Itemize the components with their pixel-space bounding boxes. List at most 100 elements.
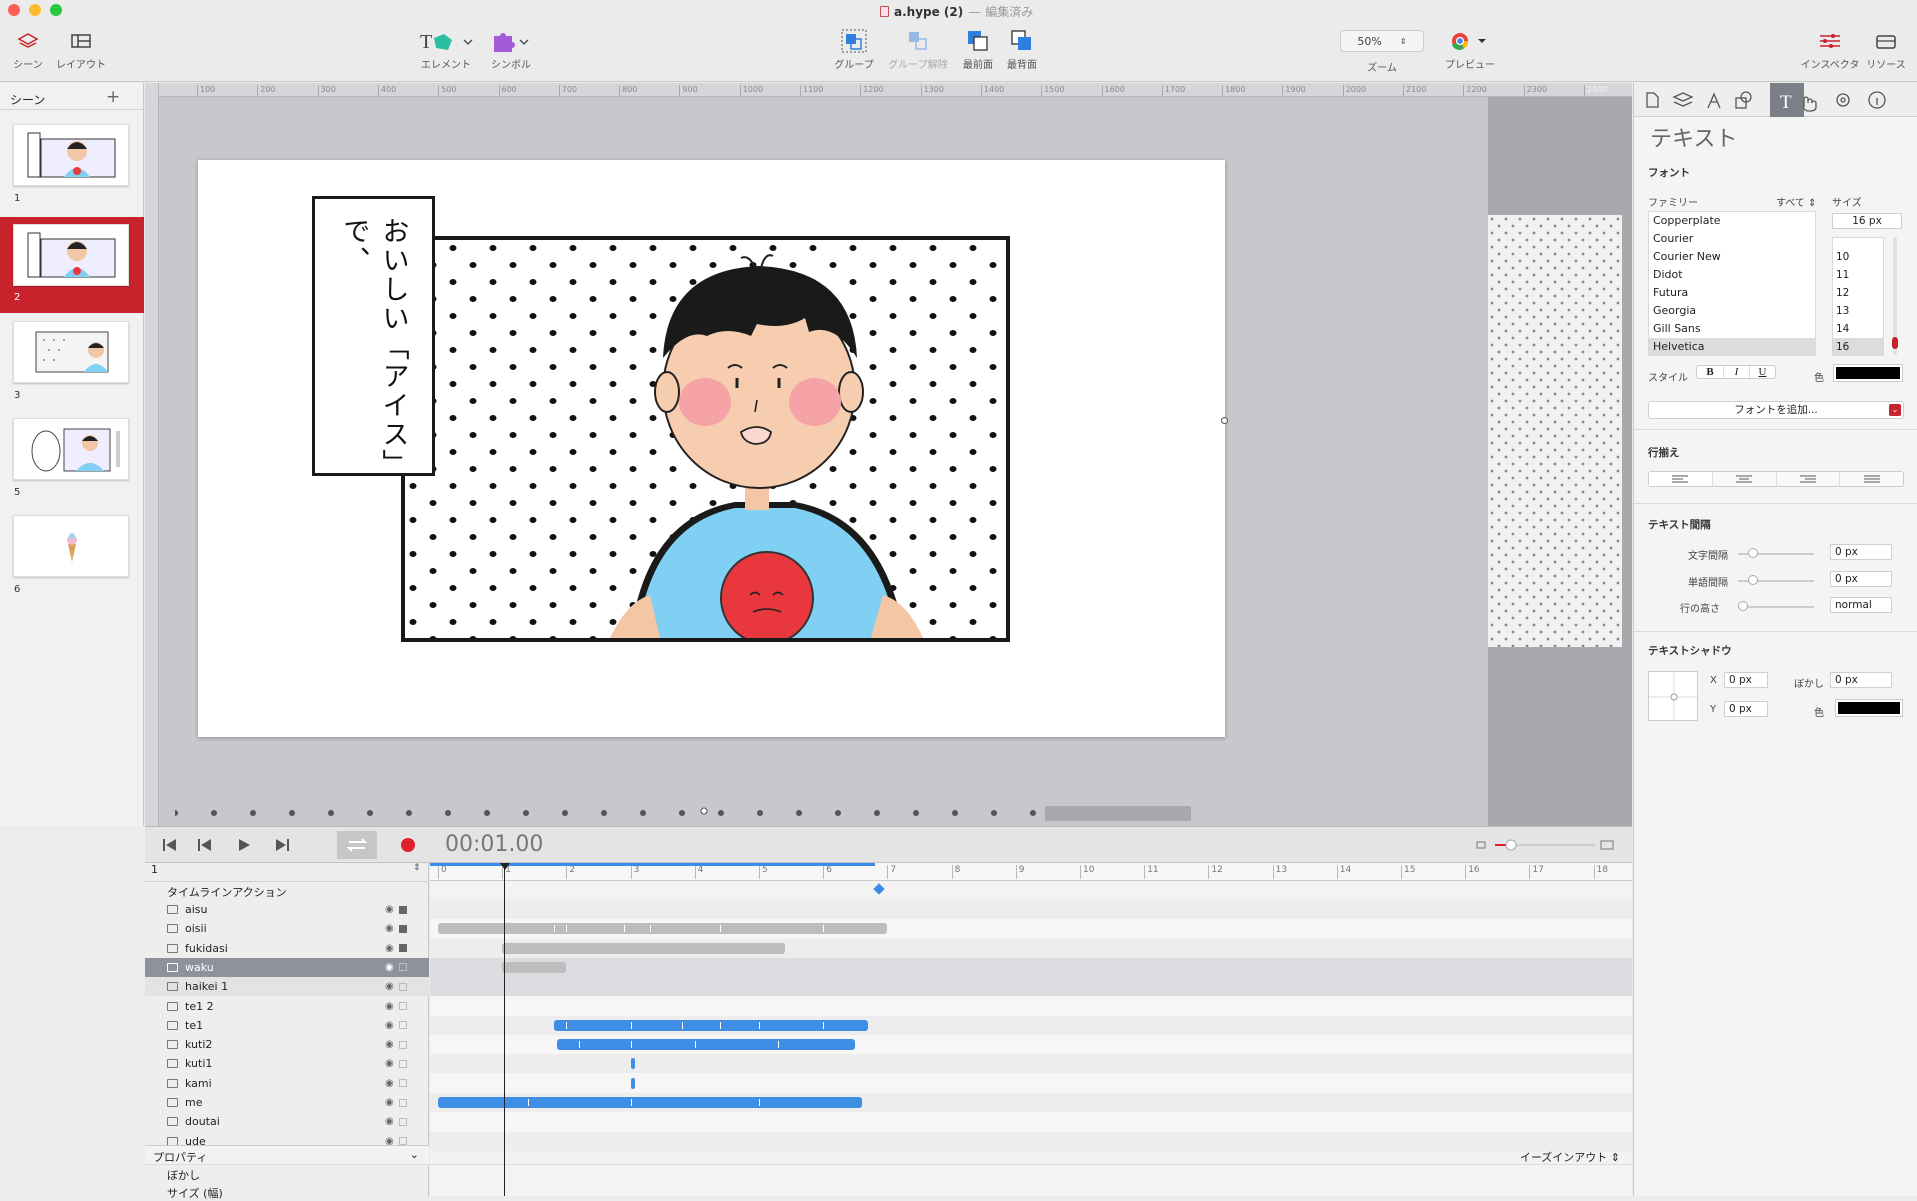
font-size-item[interactable]: 14: [1833, 320, 1883, 338]
shadow-position-pad[interactable]: [1648, 671, 1699, 722]
keyframe-marker[interactable]: [630, 1041, 632, 1049]
lock-icon[interactable]: [398, 1117, 407, 1126]
align-left-icon[interactable]: [1649, 472, 1712, 486]
add-font-button[interactable]: フォントを追加... ⌄: [1648, 401, 1904, 419]
shadow-x-field[interactable]: 0 px: [1724, 672, 1768, 688]
resources-toolbar-button[interactable]: リソース: [1862, 26, 1910, 71]
size-slider[interactable]: [1892, 237, 1898, 355]
animation-bar[interactable]: [438, 923, 888, 935]
eye-icon[interactable]: ◉: [385, 1078, 394, 1089]
animation-bar[interactable]: [502, 961, 567, 973]
eye-icon[interactable]: ◉: [385, 904, 394, 915]
preview-toolbar-button[interactable]: プレビュー: [1442, 26, 1498, 71]
timeline-layer-row[interactable]: kami ◉: [145, 1074, 429, 1093]
align-right-icon[interactable]: [1775, 472, 1840, 486]
close-window-button[interactable]: [8, 4, 20, 16]
waku-panel[interactable]: [401, 236, 1010, 642]
offstage-dot-element[interactable]: [1488, 215, 1622, 647]
lock-icon[interactable]: [398, 1079, 407, 1088]
shadow-blur-field[interactable]: 0 px: [1830, 672, 1892, 688]
scene-thumbnail-6[interactable]: [13, 515, 129, 577]
eye-icon[interactable]: ◉: [385, 981, 394, 992]
eye-icon[interactable]: ◉: [385, 1001, 394, 1012]
inspector-tab-icons[interactable]: T: [1634, 83, 1917, 117]
eye-icon[interactable]: ◉: [385, 1039, 394, 1050]
keyframe-marker[interactable]: [579, 1041, 581, 1049]
underline-button[interactable]: U: [1749, 366, 1775, 378]
keyframe-marker[interactable]: [566, 1021, 568, 1029]
timeline-layer-row[interactable]: me ◉: [145, 1093, 429, 1112]
font-family-item[interactable]: Copperplate: [1649, 212, 1815, 230]
minimize-window-button[interactable]: [29, 4, 41, 16]
animation-bar[interactable]: [553, 1019, 869, 1031]
animation-bar[interactable]: [556, 1039, 856, 1051]
property-row-blur[interactable]: ぼかし: [167, 1167, 200, 1183]
animation-bar[interactable]: [502, 942, 785, 954]
italic-button[interactable]: I: [1723, 366, 1749, 378]
lock-icon[interactable]: [398, 982, 407, 991]
keyframe-marker[interactable]: [759, 1021, 760, 1029]
keyframe-marker[interactable]: [681, 1021, 683, 1029]
timeline-layer-row[interactable]: doutai ◉: [145, 1112, 429, 1131]
lock-icon[interactable]: [398, 1059, 407, 1068]
timeline-layer-row[interactable]: haikei 1 ◉: [145, 977, 429, 997]
timeline-zoom-slider[interactable]: [1475, 839, 1615, 851]
add-scene-button[interactable]: +: [106, 87, 120, 107]
keyframe-marker[interactable]: [759, 1099, 760, 1106]
timeline-layer-row[interactable]: aisu ◉: [145, 900, 429, 919]
eye-icon[interactable]: ◉: [385, 1116, 394, 1127]
group-toolbar-button[interactable]: グループ: [832, 26, 876, 71]
scene-thumbnail-2[interactable]: [13, 224, 129, 286]
word-spacing-slider[interactable]: [1738, 575, 1814, 585]
timeline-grid[interactable]: 0 1 2 3 4 5 6 7 8 9 10 11 12 13 14 15 16 17 18 イーズインアウト ⇕: [430, 863, 1632, 1196]
lock-icon[interactable]: [398, 1137, 407, 1146]
lock-icon[interactable]: [398, 1002, 407, 1010]
font-family-item[interactable]: Gill Sans: [1649, 320, 1815, 338]
font-size-item[interactable]: 11: [1833, 266, 1883, 284]
zoom-control[interactable]: 50% ⇕ ズーム: [1340, 30, 1424, 74]
timeline-layer-row[interactable]: te1 2 ◉: [145, 997, 429, 1016]
timeline-layer-row[interactable]: kuti1 ◉: [145, 1054, 429, 1073]
keyframe-marker[interactable]: [566, 925, 568, 933]
justify-icon[interactable]: [1839, 472, 1903, 486]
keyframe-marker[interactable]: [553, 925, 555, 933]
zoom-window-button[interactable]: [50, 4, 62, 16]
eye-icon[interactable]: ◉: [385, 923, 394, 934]
font-family-item[interactable]: Helvetica: [1649, 338, 1815, 356]
all-families-select[interactable]: すべて ⇕: [1776, 194, 1816, 209]
property-row-width[interactable]: サイズ (幅): [167, 1185, 223, 1201]
timeline-action-keyframe[interactable]: [872, 883, 885, 895]
timeline-selector-chevron[interactable]: ⇕: [413, 863, 421, 873]
lock-icon[interactable]: [398, 924, 407, 933]
inspector-toolbar-button[interactable]: インスペクタ: [1800, 26, 1860, 71]
lock-icon[interactable]: [398, 905, 407, 914]
shadow-y-field[interactable]: 0 px: [1724, 701, 1768, 717]
word-spacing-field[interactable]: 0 px: [1830, 571, 1892, 587]
ease-select[interactable]: イーズインアウト ⇕: [1520, 1149, 1620, 1165]
lock-icon[interactable]: [398, 1040, 407, 1049]
font-size-list[interactable]: 10 11 12 13 14 16: [1832, 237, 1884, 356]
keyframe-marker[interactable]: [778, 1041, 780, 1049]
eye-icon[interactable]: ◉: [385, 1020, 394, 1031]
font-size-item[interactable]: 12: [1833, 284, 1883, 302]
keyframe-marker[interactable]: [624, 925, 626, 933]
font-size-item[interactable]: 13: [1833, 302, 1883, 320]
keyframe-marker[interactable]: [823, 1021, 825, 1029]
font-family-item[interactable]: Didot: [1649, 266, 1815, 284]
keyframe-marker[interactable]: [694, 1041, 696, 1049]
animation-bar[interactable]: [438, 1097, 862, 1108]
resize-handle[interactable]: [1221, 417, 1228, 424]
element-toolbar-button[interactable]: T エレメント: [416, 26, 476, 71]
timeline-layer-row[interactable]: oisii ◉: [145, 919, 429, 938]
timeline-layer-row[interactable]: te1 ◉: [145, 1016, 429, 1035]
bring-front-button[interactable]: 最前面: [960, 26, 996, 71]
animation-bar[interactable]: [630, 1058, 635, 1070]
keyframe-marker[interactable]: [720, 925, 722, 933]
fukidasi-speech-box[interactable]: おいしい「アイス」で、: [312, 196, 435, 476]
eye-icon[interactable]: ◉: [385, 1097, 394, 1108]
size-field[interactable]: 16 px: [1832, 213, 1902, 229]
font-family-item[interactable]: Georgia: [1649, 302, 1815, 320]
scene-stage[interactable]: おいしい「アイス」で、: [198, 160, 1228, 737]
timeline-layer-row[interactable]: kuti2 ◉: [145, 1035, 429, 1054]
bold-button[interactable]: B: [1697, 366, 1723, 378]
